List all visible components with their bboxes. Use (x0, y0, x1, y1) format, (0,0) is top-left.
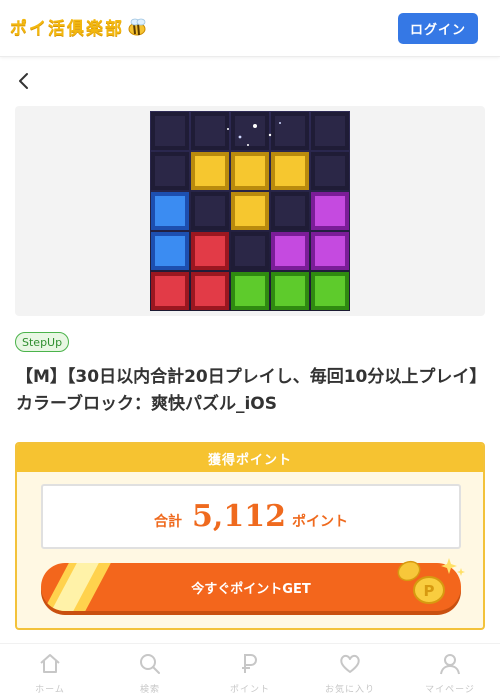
game-tile-face (195, 236, 225, 266)
get-points-label: 今すぐポイントGET (191, 581, 311, 597)
search-icon (140, 654, 160, 674)
points-unit: ポイント (291, 513, 348, 530)
tab-label: ポイント (229, 685, 270, 695)
user-icon (440, 654, 460, 675)
game-tile-face (315, 116, 345, 146)
tab-home[interactable]: ホーム (0, 644, 100, 700)
game-tile-face (315, 196, 345, 226)
coins-icon: P (397, 558, 465, 604)
game-tile-face (235, 116, 265, 146)
game-tile-face (315, 276, 345, 306)
game-tile-face (195, 196, 225, 226)
game-tile-face (315, 236, 345, 266)
game-thumbnail (150, 111, 350, 311)
game-tile-face (235, 276, 265, 306)
tab-label: ホーム (35, 685, 65, 695)
svg-text:P: P (424, 582, 435, 600)
tab-search[interactable]: 検索 (100, 644, 200, 700)
game-tile-face (195, 116, 225, 146)
game-tile-face (275, 276, 305, 306)
bottom-tab-bar: ホーム 検索 ポイント お気に入り マイページ (0, 643, 500, 700)
bee-icon (128, 18, 146, 35)
logo-text: ポイ活俱楽部 (10, 19, 124, 39)
game-tile-face (235, 236, 265, 266)
total-label: 合計 (154, 513, 183, 530)
game-tile-face (275, 116, 305, 146)
game-tile-face (315, 156, 345, 186)
game-tile-face (195, 156, 225, 186)
game-tile-face (155, 116, 185, 146)
tab-label: 検索 (139, 685, 160, 695)
game-tile-face (235, 156, 265, 186)
game-tile-face (275, 236, 305, 266)
game-tile-face (195, 276, 225, 306)
points-header: 獲得ポイント (17, 444, 483, 472)
tab-favorites[interactable]: お気に入り (300, 644, 400, 700)
tab-label: マイページ (425, 685, 475, 695)
heart-icon (340, 654, 360, 673)
offer-title: 【M】【30日以内合計20日プレイし、毎回10分以上プレイ】カラーブロック：爽快… (16, 367, 478, 414)
points-total-box: 合計 5,112 ポイント (41, 484, 461, 549)
game-tile-face (275, 196, 305, 226)
header: ポイ活俱楽部 ログイン (0, 0, 500, 57)
tab-label: お気に入り (324, 685, 375, 695)
game-tile-face (155, 156, 185, 186)
game-tile-face (155, 236, 185, 266)
login-button[interactable]: ログイン (398, 13, 478, 44)
game-tile-face (155, 196, 185, 226)
home-icon (40, 654, 60, 673)
game-tile-face (235, 196, 265, 226)
points-card: 獲得ポイント 合計 5,112 ポイント 今すぐポイントGET P (15, 442, 485, 630)
back-chevron-icon[interactable] (16, 71, 32, 91)
game-tile-face (275, 156, 305, 186)
site-logo[interactable]: ポイ活俱楽部 (10, 14, 148, 39)
point-icon (242, 654, 257, 673)
game-tile-face (155, 276, 185, 306)
tab-mypage[interactable]: マイページ (400, 644, 500, 700)
tab-points[interactable]: ポイント (200, 644, 300, 700)
stepup-badge: StepUp (15, 332, 70, 352)
points-value: 5,112 (192, 499, 286, 534)
